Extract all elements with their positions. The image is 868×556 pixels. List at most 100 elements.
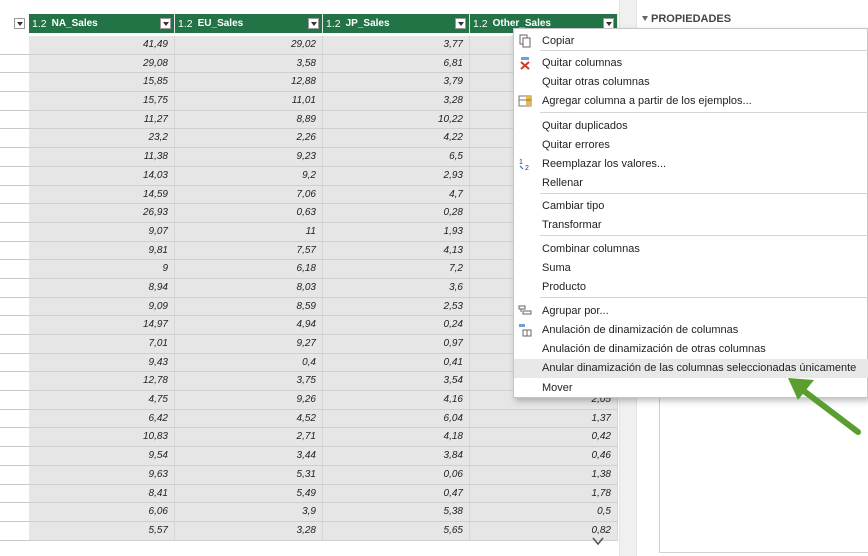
table-cell[interactable]: 9,54 bbox=[29, 447, 175, 466]
table-cell[interactable]: 10,22 bbox=[323, 110, 470, 130]
table-cell[interactable]: 4,75 bbox=[29, 391, 175, 410]
table-cell[interactable]: 0,28 bbox=[323, 204, 470, 223]
row-stub[interactable] bbox=[0, 447, 29, 466]
scroll-down-chevron-icon[interactable] bbox=[591, 534, 605, 548]
row-stub[interactable] bbox=[0, 409, 29, 429]
menu-item-quitar-errores[interactable]: Quitar errores bbox=[514, 136, 868, 155]
table-cell[interactable]: 0,4 bbox=[175, 353, 323, 373]
menu-item-producto[interactable]: Producto bbox=[514, 278, 868, 297]
table-cell[interactable]: 0,5 bbox=[470, 503, 618, 522]
table-cell[interactable]: 9,07 bbox=[29, 222, 175, 242]
table-cell[interactable]: 9,09 bbox=[29, 297, 175, 317]
table-cell[interactable]: 1,38 bbox=[470, 465, 618, 485]
menu-item-anulacion-de-dinamizacion-de-columnas[interactable]: Anulación de dinamización de columnas bbox=[514, 321, 868, 340]
column-header-na-sales[interactable]: 1.2 NA_Sales bbox=[29, 14, 175, 33]
decimal-type-icon[interactable]: 1.2 bbox=[326, 18, 341, 30]
row-stub[interactable] bbox=[0, 484, 29, 504]
table-cell[interactable]: 6,42 bbox=[29, 409, 175, 429]
table-cell[interactable]: 9,81 bbox=[29, 241, 175, 261]
row-stub[interactable] bbox=[0, 54, 29, 74]
table-cell[interactable]: 9,63 bbox=[29, 465, 175, 485]
menu-item-copiar[interactable]: Copiar bbox=[514, 32, 868, 51]
table-cell[interactable]: 9,23 bbox=[175, 148, 323, 167]
menu-item-reemplazar-los-valores[interactable]: 1 2 Reemplazar los valores... bbox=[514, 155, 868, 174]
column-header-jp-sales[interactable]: 1.2 JP_Sales bbox=[323, 14, 470, 33]
table-row[interactable]: 6,06 3,9 5,38 0,5 bbox=[0, 503, 618, 522]
table-cell[interactable]: 1,78 bbox=[470, 484, 618, 504]
menu-item-cambiar-tipo[interactable]: Cambiar tipo bbox=[514, 197, 868, 216]
table-cell[interactable]: 6,04 bbox=[323, 409, 470, 429]
column-filter-dropdown-icon[interactable] bbox=[160, 18, 171, 29]
table-cell[interactable]: 9,26 bbox=[175, 391, 323, 410]
row-selector-header[interactable] bbox=[0, 14, 29, 33]
table-cell[interactable]: 5,31 bbox=[175, 465, 323, 485]
row-stub[interactable] bbox=[0, 260, 29, 279]
column-header-eu-sales[interactable]: 1.2 EU_Sales bbox=[175, 14, 323, 33]
table-cell[interactable]: 4,13 bbox=[323, 241, 470, 261]
table-menu-dropdown-icon[interactable] bbox=[14, 18, 25, 29]
table-cell[interactable]: 3,54 bbox=[323, 372, 470, 392]
table-cell[interactable]: 7,2 bbox=[323, 260, 470, 279]
row-stub[interactable] bbox=[0, 148, 29, 167]
row-stub[interactable] bbox=[0, 316, 29, 335]
menu-item-quitar-columnas[interactable]: Quitar columnas bbox=[514, 54, 868, 73]
menu-item-rellenar[interactable]: Rellenar bbox=[514, 174, 868, 193]
menu-item-quitar-duplicados[interactable]: Quitar duplicados bbox=[514, 117, 868, 136]
decimal-type-icon[interactable]: 1.2 bbox=[32, 18, 47, 30]
table-row[interactable]: 6,42 4,52 6,04 1,37 bbox=[0, 409, 618, 429]
table-cell[interactable]: 8,89 bbox=[175, 110, 323, 130]
table-cell[interactable]: 12,78 bbox=[29, 372, 175, 392]
table-cell[interactable]: 6,06 bbox=[29, 503, 175, 522]
decimal-type-icon[interactable]: 1.2 bbox=[473, 18, 488, 30]
table-cell[interactable]: 3,28 bbox=[175, 521, 323, 541]
table-cell[interactable]: 6,18 bbox=[175, 260, 323, 279]
row-stub[interactable] bbox=[0, 241, 29, 261]
table-cell[interactable]: 29,02 bbox=[175, 36, 323, 55]
row-stub[interactable] bbox=[0, 73, 29, 93]
table-cell[interactable]: 4,94 bbox=[175, 316, 323, 335]
table-cell[interactable]: 15,75 bbox=[29, 92, 175, 111]
table-cell[interactable]: 7,01 bbox=[29, 335, 175, 354]
table-row[interactable]: 9,63 5,31 0,06 1,38 bbox=[0, 465, 618, 485]
menu-item-transformar[interactable]: Transformar bbox=[514, 216, 868, 235]
menu-item-suma[interactable]: Suma bbox=[514, 259, 868, 278]
table-cell[interactable]: 3,79 bbox=[323, 73, 470, 93]
table-cell[interactable]: 3,84 bbox=[323, 447, 470, 466]
table-cell[interactable]: 0,41 bbox=[323, 353, 470, 373]
table-cell[interactable]: 0,63 bbox=[175, 204, 323, 223]
menu-item-agrupar-por[interactable]: Agrupar por... bbox=[514, 302, 868, 321]
table-cell[interactable]: 14,97 bbox=[29, 316, 175, 335]
row-stub[interactable] bbox=[0, 521, 29, 541]
table-cell[interactable]: 5,49 bbox=[175, 484, 323, 504]
table-cell[interactable]: 6,5 bbox=[323, 148, 470, 167]
row-stub[interactable] bbox=[0, 372, 29, 392]
row-stub[interactable] bbox=[0, 36, 29, 55]
table-cell[interactable]: 4,22 bbox=[323, 129, 470, 149]
table-cell[interactable]: 0,46 bbox=[470, 447, 618, 466]
table-cell[interactable]: 4,52 bbox=[175, 409, 323, 429]
table-cell[interactable]: 7,06 bbox=[175, 185, 323, 205]
table-row[interactable]: 8,41 5,49 0,47 1,78 bbox=[0, 484, 618, 504]
table-cell[interactable]: 1,93 bbox=[323, 222, 470, 242]
table-cell[interactable]: 14,03 bbox=[29, 166, 175, 186]
table-cell[interactable]: 14,59 bbox=[29, 185, 175, 205]
menu-item-combinar-columnas[interactable]: Combinar columnas bbox=[514, 240, 868, 259]
table-cell[interactable]: 2,26 bbox=[175, 129, 323, 149]
table-cell[interactable]: 0,97 bbox=[323, 335, 470, 354]
row-stub[interactable] bbox=[0, 166, 29, 186]
table-cell[interactable]: 11,38 bbox=[29, 148, 175, 167]
table-cell[interactable]: 29,08 bbox=[29, 54, 175, 74]
table-cell[interactable]: 12,88 bbox=[175, 73, 323, 93]
table-cell[interactable]: 8,94 bbox=[29, 278, 175, 298]
row-stub[interactable] bbox=[0, 92, 29, 111]
table-cell[interactable]: 4,7 bbox=[323, 185, 470, 205]
column-filter-dropdown-icon[interactable] bbox=[455, 18, 466, 29]
table-cell[interactable]: 0,06 bbox=[323, 465, 470, 485]
table-row[interactable]: 10,83 2,71 4,18 0,42 bbox=[0, 428, 618, 448]
table-cell[interactable]: 15,85 bbox=[29, 73, 175, 93]
row-stub[interactable] bbox=[0, 222, 29, 242]
table-cell[interactable]: 8,59 bbox=[175, 297, 323, 317]
row-stub[interactable] bbox=[0, 503, 29, 522]
table-cell[interactable]: 10,83 bbox=[29, 428, 175, 448]
table-cell[interactable]: 8,41 bbox=[29, 484, 175, 504]
